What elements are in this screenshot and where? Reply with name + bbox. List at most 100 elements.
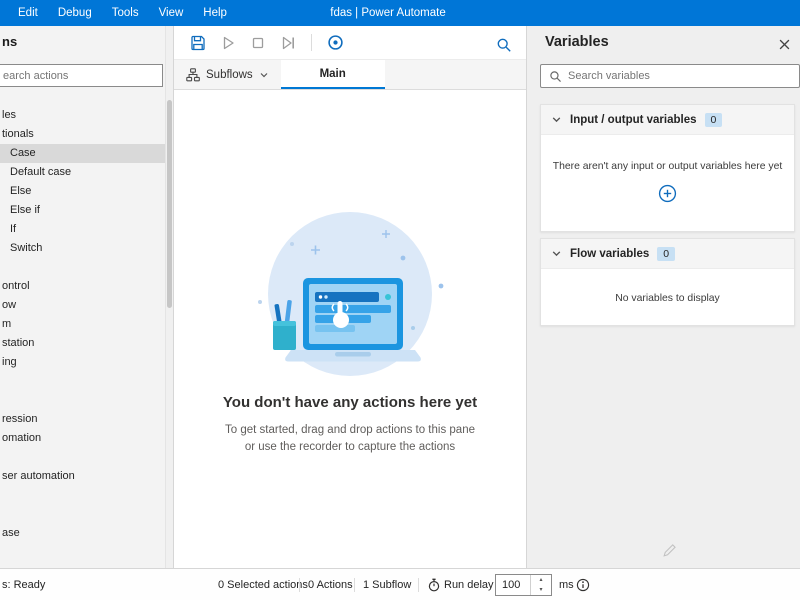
action-item-case[interactable]: Case bbox=[0, 144, 165, 163]
run-delay-unit: ms bbox=[559, 578, 574, 591]
actions-search-input[interactable] bbox=[0, 64, 163, 87]
status-divider bbox=[299, 577, 300, 592]
save-icon bbox=[191, 35, 205, 50]
run-delay-label: Run delay bbox=[444, 578, 494, 591]
actions-group-workstation[interactable]: station bbox=[0, 334, 165, 353]
actions-scrollbar-thumb[interactable] bbox=[167, 100, 172, 308]
window-title: fdas | Power Automate bbox=[330, 7, 446, 19]
info-icon[interactable] bbox=[576, 578, 590, 592]
actions-row-spacer bbox=[0, 258, 165, 277]
actions-group-browser-automation[interactable]: ser automation bbox=[0, 467, 165, 486]
chevron-down-icon bbox=[552, 117, 561, 123]
menu-edit[interactable]: Edit bbox=[8, 0, 48, 26]
action-item-else-if[interactable]: Else if bbox=[0, 201, 165, 220]
tab-main-label: Main bbox=[319, 67, 346, 80]
action-item-switch[interactable]: Switch bbox=[0, 239, 165, 258]
actions-row-spacer bbox=[0, 372, 165, 391]
actions-panel: ns les tionals Case Default case Else El… bbox=[0, 26, 174, 568]
variables-panel: Variables Input / output variables 0 The… bbox=[527, 26, 800, 568]
actions-group-run-flow[interactable]: ow bbox=[0, 296, 165, 315]
io-variables-header[interactable]: Input / output variables 0 bbox=[541, 105, 794, 135]
flow-variables-section: Flow variables 0 No variables to display bbox=[540, 238, 795, 326]
actions-row-spacer bbox=[0, 486, 165, 505]
chevron-down-icon bbox=[260, 72, 268, 77]
actions-group-ui-automation[interactable]: omation bbox=[0, 429, 165, 448]
io-variables-title: Input / output variables bbox=[570, 113, 697, 126]
run-button[interactable] bbox=[218, 33, 238, 53]
run-delay-spinner[interactable]: ▴ ▾ bbox=[495, 573, 552, 596]
add-io-variable-button[interactable] bbox=[658, 184, 677, 206]
tab-main[interactable]: Main bbox=[280, 60, 385, 89]
actions-tree: les tionals Case Default case Else Else … bbox=[0, 106, 165, 543]
actions-group-scripting[interactable]: ing bbox=[0, 353, 165, 372]
actions-count: 0 Actions bbox=[308, 578, 353, 591]
plus-circle-icon bbox=[658, 184, 677, 203]
spinner-down-button[interactable]: ▾ bbox=[531, 585, 551, 595]
io-variables-empty-text: There aren't any input or output variabl… bbox=[552, 161, 783, 172]
workspace-panel: Subflows Main You don't have any actions… bbox=[174, 26, 527, 568]
search-icon bbox=[550, 70, 561, 82]
actions-scrollbar[interactable] bbox=[165, 26, 173, 568]
subflows-label: Subflows bbox=[206, 68, 253, 81]
flow-variables-empty-text: No variables to display bbox=[615, 293, 720, 304]
actions-row-spacer bbox=[0, 505, 165, 524]
recorder-button[interactable] bbox=[325, 33, 345, 53]
empty-state-illustration bbox=[258, 212, 444, 376]
save-button[interactable] bbox=[188, 33, 208, 53]
subflows-dropdown[interactable]: Subflows bbox=[174, 60, 281, 89]
io-variables-count-badge: 0 bbox=[704, 112, 723, 127]
subflow-icon bbox=[186, 67, 200, 81]
stop-icon bbox=[252, 37, 264, 48]
play-icon bbox=[223, 36, 234, 49]
actions-row-spacer bbox=[0, 391, 165, 410]
flow-canvas[interactable]: You don't have any actions here yet To g… bbox=[174, 90, 526, 568]
action-item-default-case[interactable]: Default case bbox=[0, 163, 165, 182]
variables-search-input[interactable] bbox=[568, 70, 791, 82]
pencil-icon bbox=[662, 543, 677, 561]
toolbar-divider bbox=[311, 34, 312, 51]
actions-group-system[interactable]: m bbox=[0, 315, 165, 334]
selected-actions-count: 0 Selected actions bbox=[218, 578, 308, 591]
flow-variables-header[interactable]: Flow variables 0 bbox=[541, 239, 794, 269]
menu-debug[interactable]: Debug bbox=[48, 0, 102, 26]
status-ready-text: s: Ready bbox=[2, 578, 46, 591]
stopwatch-icon bbox=[427, 578, 441, 592]
io-variables-section: Input / output variables 0 There aren't … bbox=[540, 104, 795, 232]
actions-group-variables[interactable]: les bbox=[0, 106, 165, 125]
workspace-toolbar bbox=[174, 26, 526, 60]
io-variables-body: There aren't any input or output variabl… bbox=[541, 135, 794, 231]
menu-help[interactable]: Help bbox=[193, 0, 237, 26]
menu-bar: Edit Debug Tools View Help fdas | Power … bbox=[0, 0, 800, 26]
status-bar: s: Ready 0 Selected actions 0 Actions 1 … bbox=[0, 568, 800, 600]
empty-state-line2: or use the recorder to capture the actio… bbox=[244, 440, 456, 453]
action-item-else[interactable]: Else bbox=[0, 182, 165, 201]
actions-row-spacer bbox=[0, 448, 165, 467]
menu-view[interactable]: View bbox=[149, 0, 194, 26]
stop-button[interactable] bbox=[248, 33, 268, 53]
actions-group-compression[interactable]: ression bbox=[0, 410, 165, 429]
variables-panel-title: Variables bbox=[545, 34, 609, 50]
flow-variables-body: No variables to display bbox=[541, 269, 794, 325]
step-over-icon bbox=[282, 36, 294, 49]
empty-state-title: You don't have any actions here yet bbox=[222, 394, 478, 411]
actions-group-flow-control[interactable]: ontrol bbox=[0, 277, 165, 296]
close-variables-button[interactable] bbox=[776, 36, 792, 52]
actions-group-conditionals[interactable]: tionals bbox=[0, 125, 165, 144]
flow-variables-title: Flow variables bbox=[570, 247, 650, 260]
actions-panel-title: ns bbox=[2, 34, 18, 49]
flow-variables-count-badge: 0 bbox=[657, 246, 676, 261]
variables-search-box[interactable] bbox=[540, 64, 800, 88]
actions-group-database[interactable]: ase bbox=[0, 524, 165, 543]
run-next-action-button[interactable] bbox=[278, 33, 298, 53]
empty-state-line1: To get started, drag and drop actions to… bbox=[225, 424, 475, 436]
status-divider bbox=[354, 577, 355, 592]
subflow-count: 1 Subflow bbox=[363, 578, 412, 591]
action-item-if[interactable]: If bbox=[0, 220, 165, 239]
empty-state-subtitle: To get started, drag and drop actions to… bbox=[225, 422, 475, 455]
chevron-down-icon bbox=[552, 251, 561, 257]
subflow-tab-bar: Subflows Main bbox=[174, 60, 526, 90]
menu-tools[interactable]: Tools bbox=[102, 0, 149, 26]
run-delay-input[interactable] bbox=[496, 574, 530, 595]
spinner-up-button[interactable]: ▴ bbox=[531, 575, 551, 585]
workspace-search-button[interactable] bbox=[494, 35, 514, 55]
